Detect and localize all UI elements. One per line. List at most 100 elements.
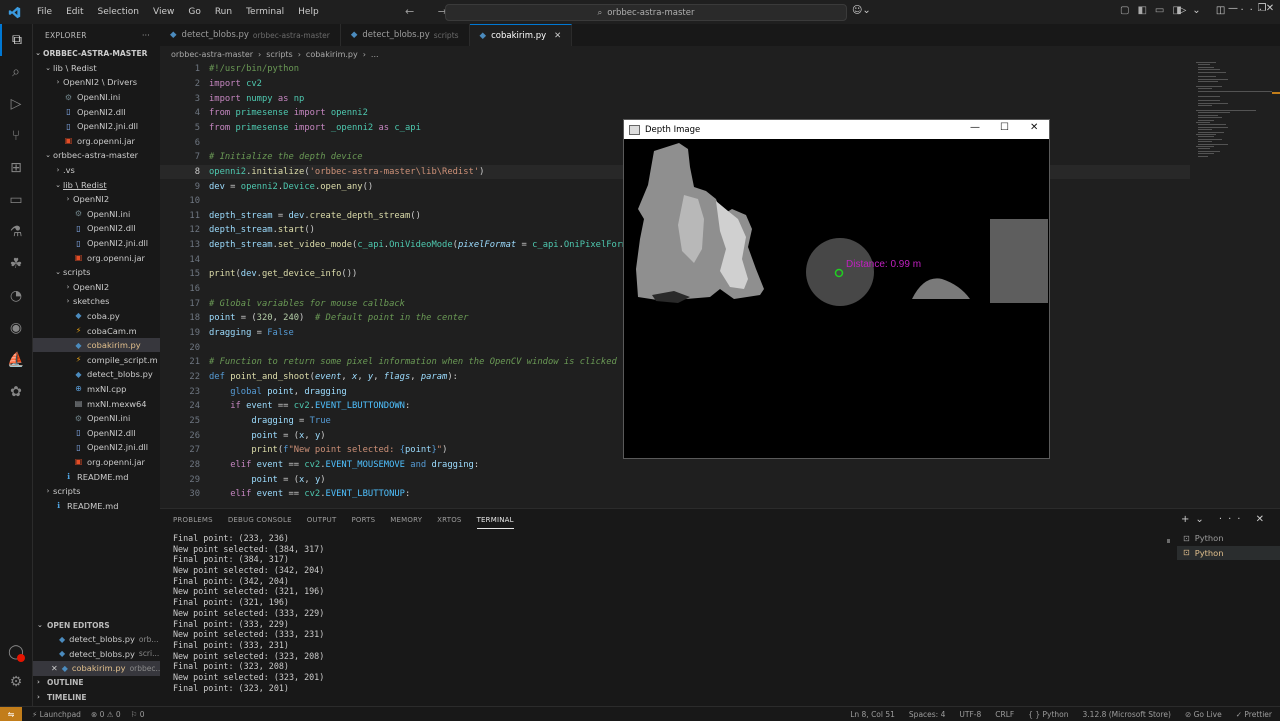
close-icon[interactable]: ✕: [554, 31, 561, 41]
tree-item[interactable]: ⌄ lib \ Redist: [33, 177, 160, 192]
tree-item[interactable]: ⌄ lib \ Redist: [33, 61, 160, 76]
code-line[interactable]: 3 import numpy as np: [160, 91, 1280, 106]
panel-tab-output[interactable]: OUTPUT: [307, 512, 337, 528]
panel-tab-memory[interactable]: MEMORY: [390, 512, 422, 528]
panel-actions[interactable]: +⌄ ··· ✕: [1181, 514, 1270, 525]
tree-item[interactable]: ⚡ compile_script.m: [33, 352, 160, 367]
timeline-header[interactable]: › TIMELINE: [33, 690, 160, 704]
ports-count[interactable]: ⚐ 0: [131, 710, 145, 719]
editor-tab[interactable]: ◆ detect_blobs.py scripts: [341, 24, 470, 46]
tree-item[interactable]: ⚙ OpenNI.ini: [33, 411, 160, 426]
tree-item[interactable]: ▣ org.openni.jar: [33, 250, 160, 265]
tree-item[interactable]: ℹ README.md: [33, 469, 160, 484]
open-editor-item[interactable]: ✕ ◆ cobakirim.py orbbec...: [33, 661, 160, 676]
breadcrumb-item[interactable]: ...: [371, 50, 379, 59]
more-actions-icon[interactable]: ···: [142, 31, 150, 40]
tree-item[interactable]: ⚡ cobaCam.m: [33, 323, 160, 338]
workspace-root[interactable]: ⌄ ORBBEC-ASTRA-MASTER: [33, 46, 160, 61]
gear-icon[interactable]: ⚙: [0, 666, 32, 698]
panel-tab-xrtos[interactable]: XRTOS: [437, 512, 461, 528]
tree-item[interactable]: › OpenNI2 \ Drivers: [33, 75, 160, 90]
open-editors-header[interactable]: ⌄ OPEN EDITORS: [33, 618, 160, 632]
tree-item[interactable]: ⚙ OpenNI.ini: [33, 207, 160, 222]
menu-edit[interactable]: Edit: [59, 7, 90, 17]
tree-item[interactable]: ▯ OpenNI2.jni.dll: [33, 440, 160, 455]
tree-item[interactable]: › .vs: [33, 163, 160, 178]
line-ending[interactable]: CRLF: [995, 710, 1014, 719]
menu-run[interactable]: Run: [208, 7, 239, 17]
menu-help[interactable]: Help: [291, 7, 326, 17]
tree-item[interactable]: ▣ org.openni.jar: [33, 455, 160, 470]
editor-tab[interactable]: ◆ cobakirim.py ✕: [469, 24, 573, 46]
tree-item[interactable]: ▯ OpenNI2.dll: [33, 425, 160, 440]
terminal-instance[interactable]: ⊡ Python: [1177, 545, 1280, 561]
code-line[interactable]: 29 point = (x, y): [160, 472, 1280, 487]
prettier-status[interactable]: ✓ Prettier: [1236, 710, 1272, 719]
depth-image-window[interactable]: Depth Image — ☐ ✕ Distance: 0.99 m: [623, 119, 1050, 459]
open-editor-item[interactable]: ◆ detect_blobs.py orb...: [33, 632, 160, 647]
timeline-icon[interactable]: ◔: [0, 280, 32, 312]
tree-item[interactable]: ◆ coba.py: [33, 309, 160, 324]
tree-item[interactable]: ▣ org.openni.jar: [33, 134, 160, 149]
launchpad-item[interactable]: ⚡ Launchpad: [32, 710, 81, 719]
tree-item[interactable]: ▯ OpenNI2.dll: [33, 104, 160, 119]
extensions-icon[interactable]: ⊞: [0, 152, 32, 184]
timeline-section[interactable]: › TIMELINE: [33, 690, 160, 704]
run-debug-icon[interactable]: ▷: [0, 88, 32, 120]
cursor-position[interactable]: Ln 8, Col 51: [850, 710, 895, 719]
minimize-icon[interactable]: —: [970, 122, 980, 133]
go-live-button[interactable]: ⊘ Go Live: [1185, 710, 1222, 719]
search-icon[interactable]: ⌕: [0, 56, 32, 88]
deploy-icon[interactable]: ⛵: [0, 344, 32, 376]
tree-item[interactable]: ◆ cobakirim.py: [33, 337, 160, 353]
tree-item[interactable]: › scripts: [33, 484, 160, 499]
tree-item[interactable]: ◆ detect_blobs.py: [33, 367, 160, 382]
python-icon[interactable]: ✿: [0, 376, 32, 408]
panel-tab-ports[interactable]: PORTS: [351, 512, 375, 528]
open-editor-item[interactable]: ◆ detect_blobs.py scri...: [33, 647, 160, 662]
code-line[interactable]: 1 #!/usr/bin/python: [160, 62, 1280, 77]
language-mode[interactable]: { } Python: [1028, 710, 1068, 719]
outline-header[interactable]: › OUTLINE: [33, 675, 160, 689]
indentation[interactable]: Spaces: 4: [909, 710, 945, 719]
github-icon[interactable]: ◉: [0, 312, 32, 344]
depth-image[interactable]: Distance: 0.99 m: [624, 139, 1049, 458]
panel-tab-problems[interactable]: PROBLEMS: [173, 512, 213, 528]
menu-terminal[interactable]: Terminal: [239, 7, 291, 17]
code-line[interactable]: 28 elif event == cv2.EVENT_MOUSEMOVE and…: [160, 458, 1280, 473]
code-line[interactable]: 2 import cv2: [160, 77, 1280, 92]
copilot-icon[interactable]: ☺⌄: [852, 5, 871, 16]
close-window-icon[interactable]: ✕: [1030, 122, 1038, 133]
editor-actions[interactable]: ▷⌄ ◫ ···: [1179, 5, 1268, 16]
tree-item[interactable]: ℹ README.md: [33, 498, 160, 513]
platformio-icon[interactable]: ☘: [0, 248, 32, 280]
tree-item[interactable]: ⌄ orbbec-astra-master: [33, 148, 160, 163]
breadcrumb-item[interactable]: cobakirim.py: [306, 50, 358, 59]
account-icon[interactable]: ◯: [0, 636, 32, 668]
menu-selection[interactable]: Selection: [91, 7, 146, 17]
terminal-instance[interactable]: ⊡ Python: [1177, 531, 1280, 546]
remote-icon[interactable]: ⇋: [0, 707, 22, 721]
problems-count[interactable]: ⊗ 0 ⚠ 0: [91, 710, 121, 719]
tree-item[interactable]: ▤ mxNI.mexw64: [33, 396, 160, 411]
source-control-icon[interactable]: ⑂: [0, 120, 32, 152]
tree-item[interactable]: › OpenNI2: [33, 280, 160, 295]
depth-window-titlebar[interactable]: Depth Image — ☐ ✕: [624, 120, 1049, 139]
terminal-scrollbar[interactable]: [1167, 539, 1170, 543]
menu-view[interactable]: View: [146, 7, 181, 17]
tree-item[interactable]: ⊕ mxNI.cpp: [33, 382, 160, 397]
breadcrumb-item[interactable]: orbbec-astra-master: [171, 50, 253, 59]
tree-item[interactable]: ⚙ OpenNI.ini: [33, 90, 160, 105]
terminal-output[interactable]: Final point: (233, 236) New point selecte…: [173, 533, 1163, 703]
tree-item[interactable]: ⌄ scripts: [33, 265, 160, 280]
menu-file[interactable]: File: [30, 7, 59, 17]
outline-section[interactable]: › OUTLINE: [33, 675, 160, 689]
breadcrumb-item[interactable]: scripts: [266, 50, 292, 59]
command-center-search[interactable]: ⌕ orbbec-astra-master: [445, 4, 847, 21]
tree-item[interactable]: ▯ OpenNI2.dll: [33, 221, 160, 236]
minimap[interactable]: [1190, 62, 1272, 162]
tree-item[interactable]: › OpenNI2: [33, 192, 160, 207]
tree-item[interactable]: › sketches: [33, 294, 160, 309]
code-line[interactable]: 30 elif event == cv2.EVENT_LBUTTONUP:: [160, 487, 1280, 502]
menu-go[interactable]: Go: [181, 7, 207, 17]
